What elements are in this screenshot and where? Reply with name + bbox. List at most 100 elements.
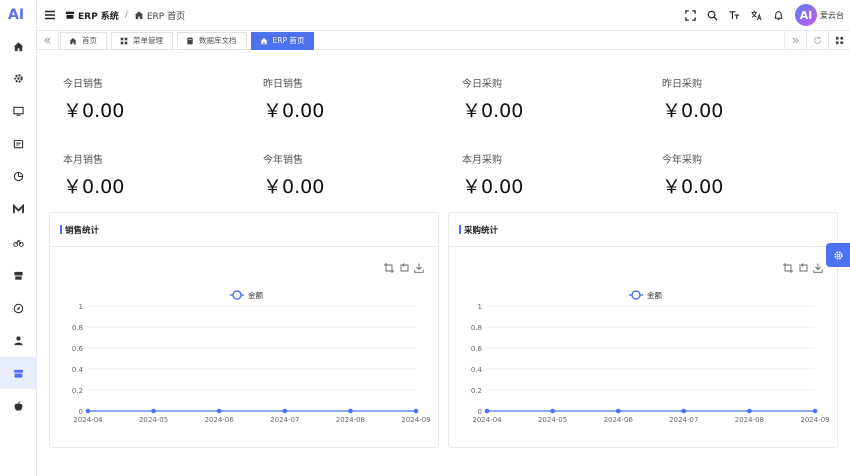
y-tick-label: 0.6 [72, 345, 84, 353]
stat-value: ￥0.00 [263, 176, 325, 198]
stat-value: ￥0.00 [462, 176, 524, 198]
x-tick-label: 2024-07 [669, 416, 698, 424]
stat-value: ￥0.00 [662, 176, 724, 198]
tab-erp-home[interactable]: ERP 首页 [250, 31, 315, 50]
breadcrumb-item-erp-system[interactable]: ERP 系统 [65, 9, 119, 22]
download-icon[interactable] [414, 263, 424, 273]
stat-label: 今日销售 [63, 79, 103, 90]
data-point [812, 408, 818, 414]
gear-icon [14, 73, 23, 83]
store-icon [65, 11, 75, 19]
data-point [747, 408, 752, 414]
rail-store[interactable] [0, 259, 37, 291]
rail-home[interactable] [0, 30, 37, 62]
restore-icon[interactable] [399, 263, 409, 273]
y-tick-label: 0.2 [471, 387, 482, 395]
rail-message[interactable] [0, 128, 37, 160]
translate-icon [750, 10, 762, 20]
chart-toolbox [379, 263, 424, 273]
stat-month-purchase: 本月采购 ￥0.00 [462, 151, 642, 199]
y-tick-label: 0.6 [471, 345, 483, 353]
home-icon [260, 37, 267, 44]
m-logo-icon [13, 203, 24, 213]
rail-compass[interactable] [0, 292, 37, 324]
stat-month-sales: 本月销售 ￥0.00 [63, 151, 243, 199]
rail-user[interactable] [0, 324, 37, 356]
tab-home[interactable]: 首页 [60, 31, 107, 50]
stat-value: ￥0.00 [63, 176, 125, 198]
tab-menu-management[interactable]: 菜单管理 [111, 31, 173, 50]
rail-monitor[interactable] [0, 95, 37, 127]
rail-clock[interactable] [0, 160, 37, 192]
tab-label: 首页 [82, 36, 97, 45]
legend-marker [232, 290, 242, 300]
legend-marker [631, 290, 641, 300]
data-point [85, 408, 91, 414]
stat-yesterday-purchase: 昨日采购 ￥0.00 [662, 75, 842, 123]
theme-settings-button[interactable] [826, 243, 850, 267]
stat-label: 昨日采购 [662, 79, 702, 90]
download-icon[interactable] [813, 263, 823, 273]
hamburger-icon[interactable] [45, 10, 55, 20]
top-header: ERP 系统 / ERP 首页 AI 爱云台 [37, 0, 850, 30]
breadcrumb-separator: / [124, 10, 128, 20]
tab-database-docs[interactable]: 数据库文档 [177, 31, 247, 50]
language-button[interactable] [745, 4, 767, 26]
sales-line-chart: 金额 0 0.2 0.4 0.6 0.8 1 2024-04 2024-05 2024-06 202… [72, 290, 431, 424]
stat-year-sales: 今年销售 ￥0.00 [263, 151, 443, 199]
message-icon [13, 139, 24, 148]
notification-button[interactable] [767, 4, 789, 26]
grid-icon [120, 37, 128, 44]
tabs-list: 首页 菜单管理 数据库文档 ERP 首页 [60, 31, 318, 50]
font-size-button[interactable] [723, 4, 745, 26]
fullscreen-button[interactable] [679, 4, 701, 26]
x-tick-label: 2024-09 [800, 416, 829, 424]
y-tick-label: 0.8 [471, 324, 482, 332]
apple-icon [14, 400, 23, 411]
data-point [681, 408, 687, 414]
tabs-scroll-left-button[interactable] [37, 31, 59, 50]
data-point [348, 408, 353, 414]
rail-apple[interactable] [0, 390, 37, 422]
refresh-tab-button[interactable] [806, 31, 828, 50]
crop-icon[interactable] [384, 263, 394, 273]
data-point [484, 408, 490, 414]
x-tick-label: 2024-05 [538, 416, 567, 424]
crop-icon[interactable] [783, 263, 793, 273]
tabs-actions [784, 31, 850, 50]
search-button[interactable] [701, 4, 723, 26]
restore-icon[interactable] [798, 263, 808, 273]
stat-label: 今年销售 [263, 155, 303, 166]
card-header: 销售统计 [50, 213, 438, 247]
y-tick-label: 0.4 [471, 366, 483, 374]
tabs-menu-button[interactable] [828, 31, 850, 50]
data-point [282, 408, 288, 414]
stat-today-sales: 今日销售 ￥0.00 [63, 75, 243, 123]
chart-toolbox [778, 263, 823, 273]
tabs-scroll-right-button[interactable] [784, 31, 806, 50]
card-title: 销售统计 [65, 225, 100, 236]
bell-icon [773, 10, 783, 20]
data-point [151, 408, 156, 414]
rail-bike[interactable] [0, 226, 37, 258]
y-tick-label: 0.4 [72, 366, 84, 374]
rail-mall[interactable] [0, 193, 37, 225]
breadcrumb-label: ERP 首页 [146, 11, 186, 22]
username[interactable]: 爱云台 [820, 10, 844, 21]
legend-label: 金额 [248, 290, 263, 300]
stat-value: ￥0.00 [662, 100, 724, 122]
stat-value: ￥0.00 [63, 100, 125, 122]
avatar[interactable]: AI [795, 4, 817, 26]
app-logo[interactable]: AI [6, 4, 30, 24]
stat-value: ￥0.00 [263, 100, 325, 122]
card-header: 采购统计 [449, 213, 837, 247]
tab-label: 数据库文档 [199, 36, 237, 45]
stat-label: 今年采购 [662, 155, 702, 166]
rail-settings[interactable] [0, 62, 37, 94]
rail-erp[interactable] [0, 357, 37, 389]
home-icon [13, 41, 24, 51]
breadcrumb-item-erp-home[interactable]: ERP 首页 [134, 9, 185, 22]
purchase-chart-card: 采购统计 金额 0 0.2 0.4 0.6 0.8 1 2024-04 2024-05 2024-… [448, 212, 838, 448]
stat-yesterday-sales: 昨日销售 ￥0.00 [263, 75, 443, 123]
font-size-icon [728, 10, 739, 19]
